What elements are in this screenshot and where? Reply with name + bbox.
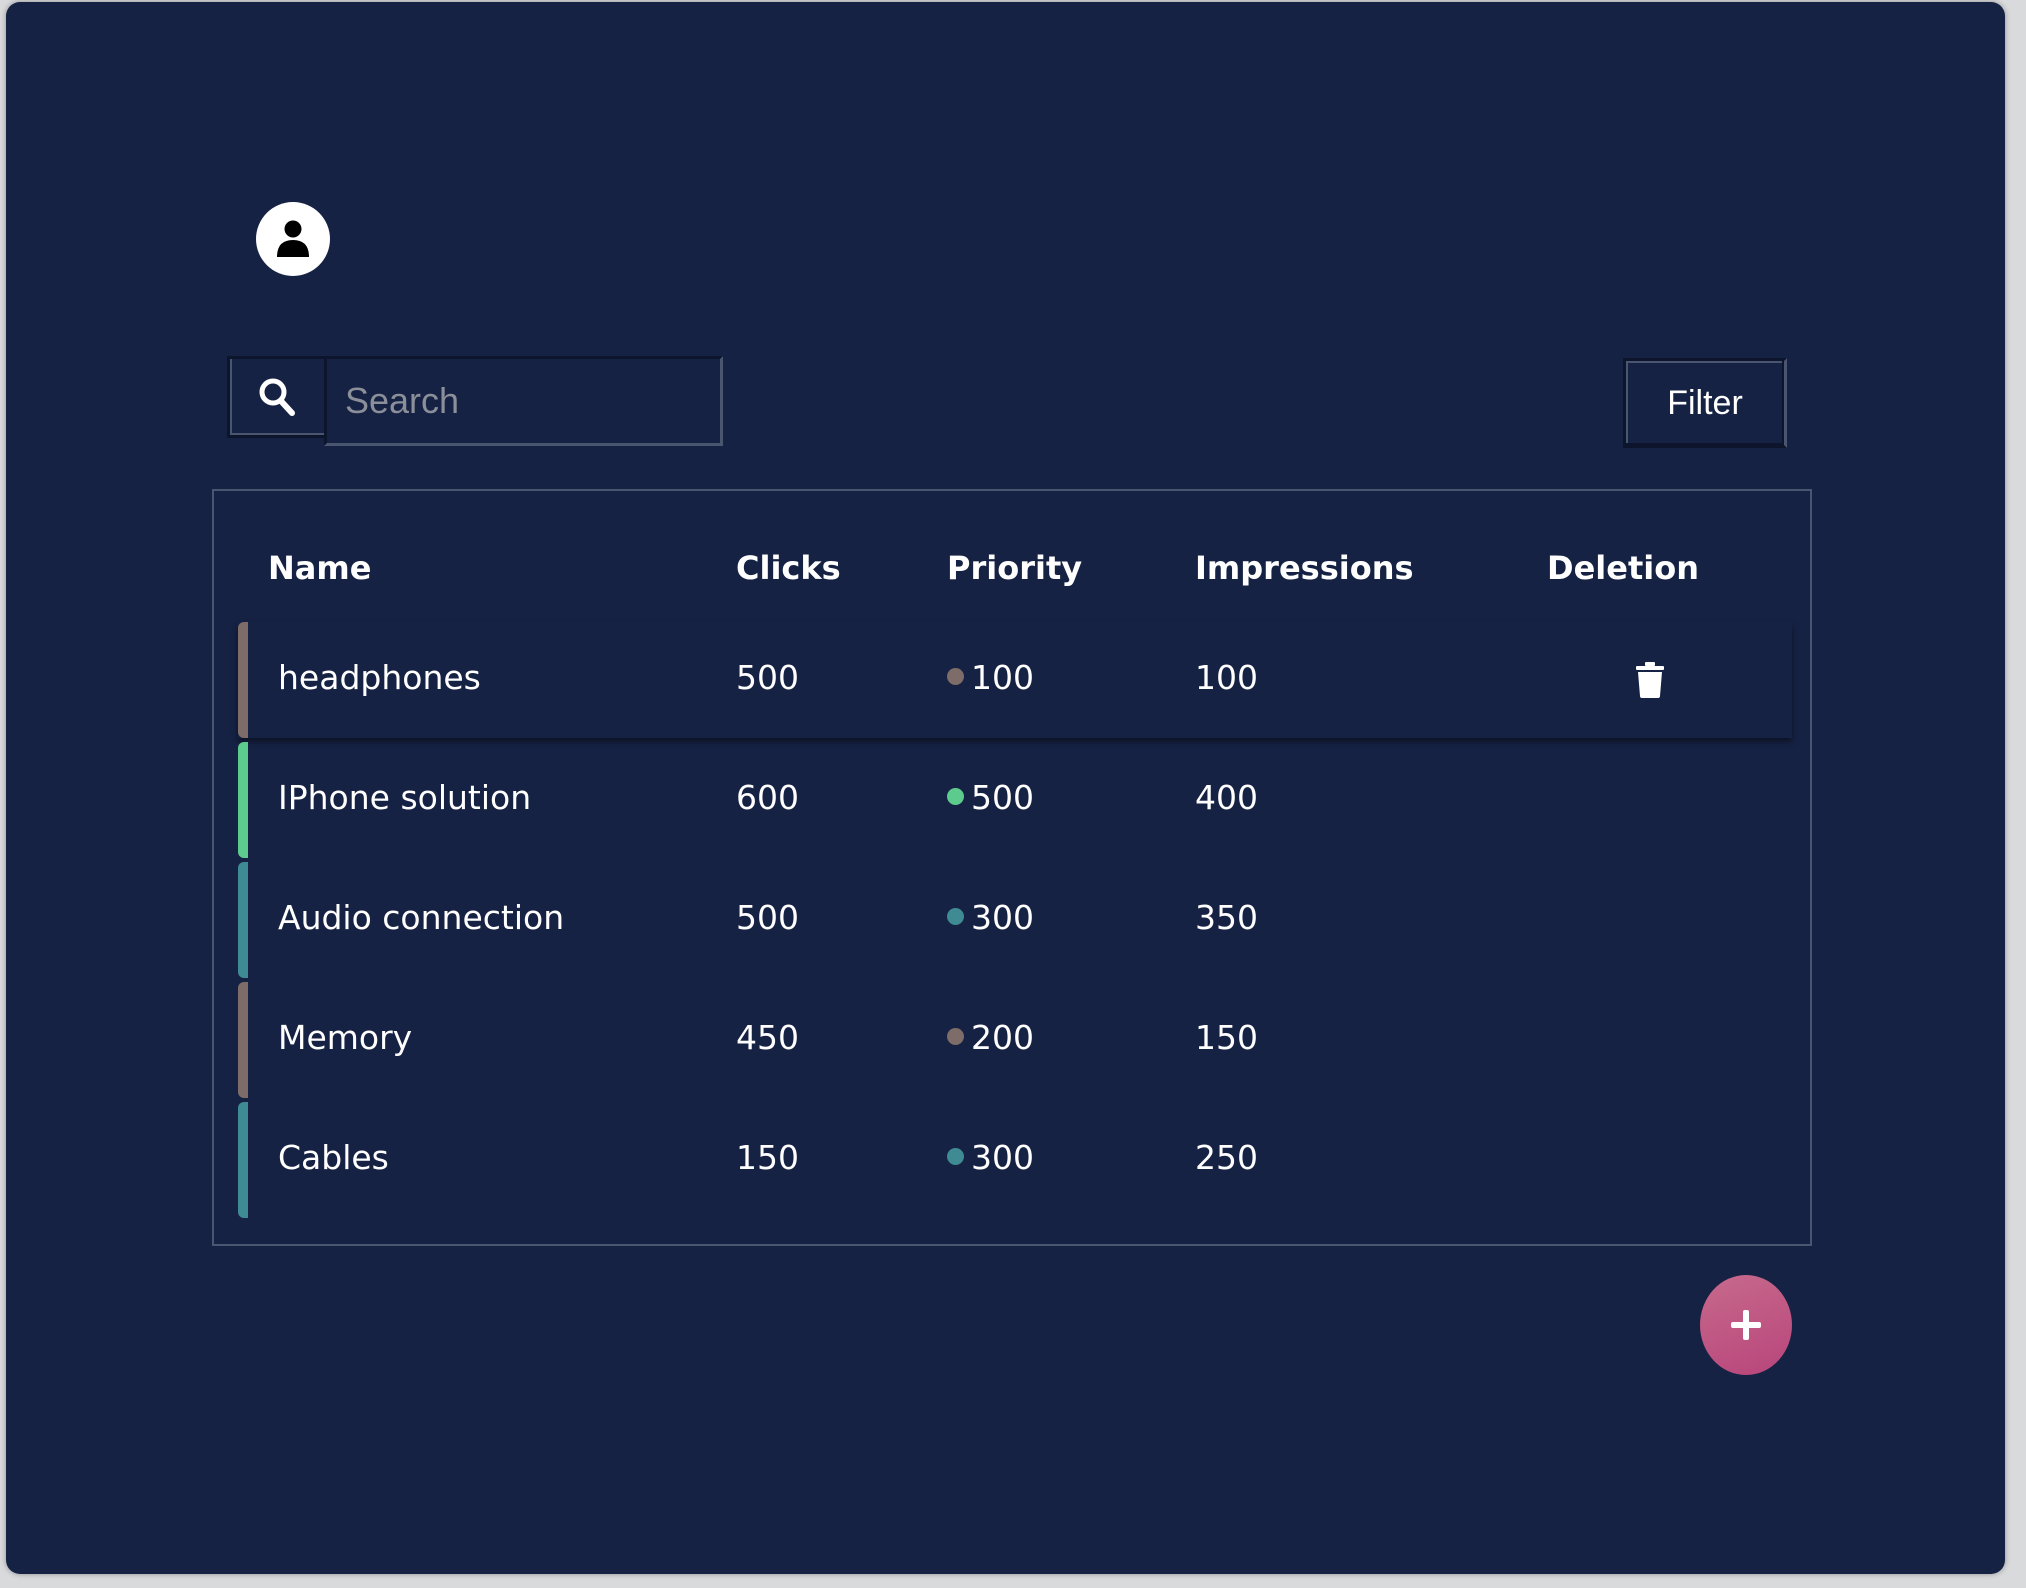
search-button[interactable] <box>227 356 324 438</box>
table-row[interactable]: headphones 500 100 100 <box>238 622 1792 738</box>
cell-priority: 300 <box>947 898 1034 937</box>
add-button[interactable] <box>1700 1275 1792 1375</box>
priority-dot <box>947 1028 964 1045</box>
priority-dot <box>947 908 964 925</box>
cell-priority: 300 <box>947 1138 1034 1177</box>
row-accent-bar <box>238 982 248 1098</box>
table-row[interactable]: Audio connection 500 300 350 <box>238 862 1792 978</box>
row-accent-bar <box>238 622 248 738</box>
priority-dot <box>947 668 964 685</box>
cell-clicks: 450 <box>736 1018 799 1057</box>
cell-name: Cables <box>278 1138 389 1177</box>
row-accent-bar <box>238 742 248 858</box>
priority-dot <box>947 1148 964 1165</box>
trash-icon[interactable] <box>1635 662 1665 698</box>
column-header-impressions[interactable]: Impressions <box>1195 549 1414 587</box>
row-accent-bar <box>238 1102 248 1218</box>
column-header-name[interactable]: Name <box>268 549 371 587</box>
cell-impressions: 150 <box>1195 1018 1258 1057</box>
column-header-priority[interactable]: Priority <box>947 549 1082 587</box>
cell-impressions: 400 <box>1195 778 1258 817</box>
search-bar <box>227 356 723 446</box>
cell-name: headphones <box>278 658 481 697</box>
cell-name: Audio connection <box>278 898 565 937</box>
search-input[interactable] <box>324 356 723 446</box>
filter-button[interactable]: Filter <box>1623 358 1787 448</box>
table-row[interactable]: Memory 450 200 150 <box>238 982 1792 1098</box>
cell-priority: 200 <box>947 1018 1034 1057</box>
priority-dot <box>947 788 964 805</box>
avatar[interactable] <box>256 202 330 276</box>
cell-impressions: 350 <box>1195 898 1258 937</box>
cell-impressions: 100 <box>1195 658 1258 697</box>
data-table: Name Clicks Priority Impressions Deletio… <box>212 489 1812 1246</box>
cell-name: IPhone solution <box>278 778 532 817</box>
cell-clicks: 500 <box>736 898 799 937</box>
cell-clicks: 600 <box>736 778 799 817</box>
table-row[interactable]: IPhone solution 600 500 400 <box>238 742 1792 858</box>
cell-priority: 500 <box>947 778 1034 817</box>
app-window: Filter Name Clicks Priority Impressions … <box>6 2 2005 1574</box>
cell-clicks: 150 <box>736 1138 799 1177</box>
priority-value: 300 <box>971 1138 1034 1177</box>
cell-clicks: 500 <box>736 658 799 697</box>
user-icon <box>277 220 309 257</box>
row-accent-bar <box>238 862 248 978</box>
cell-impressions: 250 <box>1195 1138 1258 1177</box>
table-row[interactable]: Cables 150 300 250 <box>238 1102 1792 1218</box>
priority-value: 100 <box>971 658 1034 697</box>
cell-priority: 100 <box>947 658 1034 697</box>
priority-value: 200 <box>971 1018 1034 1057</box>
column-header-deletion: Deletion <box>1547 549 1699 587</box>
priority-value: 500 <box>971 778 1034 817</box>
priority-value: 300 <box>971 898 1034 937</box>
plus-icon <box>1731 1310 1761 1340</box>
search-icon <box>259 378 295 416</box>
column-header-clicks[interactable]: Clicks <box>736 549 841 587</box>
cell-name: Memory <box>278 1018 413 1057</box>
